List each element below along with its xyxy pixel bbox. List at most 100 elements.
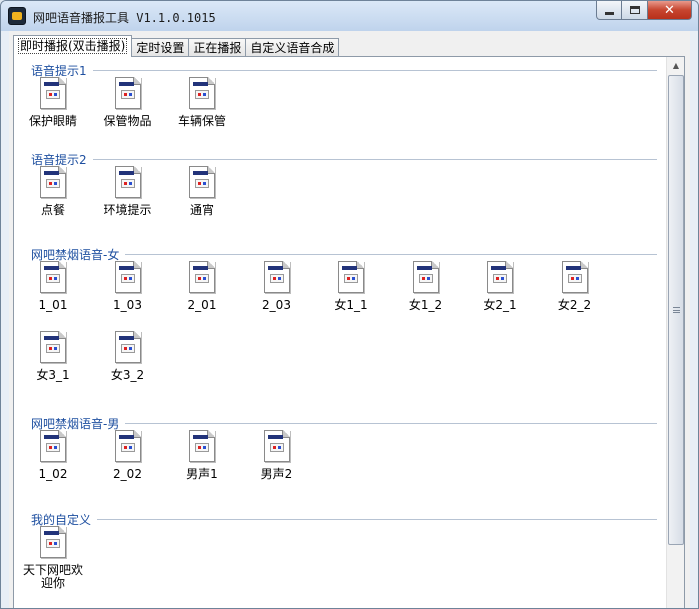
- voice-item-label: 环境提示: [103, 203, 152, 217]
- tab-label: 即时播报(双击播报): [18, 38, 128, 54]
- voice-item[interactable]: 男声1: [165, 430, 239, 481]
- maximize-icon: [629, 6, 640, 14]
- voice-item-label: 点餐: [40, 203, 65, 217]
- audio-file-icon: [114, 430, 141, 462]
- voice-item[interactable]: 女2_2: [538, 261, 612, 312]
- app-icon[interactable]: [8, 7, 26, 25]
- voice-item[interactable]: 男声2: [240, 430, 314, 481]
- group-title: 网吧禁烟语音-男: [31, 416, 120, 431]
- voice-item-label: 车辆保管: [177, 114, 226, 128]
- tab-now-playing[interactable]: 正在播报: [188, 38, 247, 57]
- audio-file-icon: [114, 166, 141, 198]
- audio-file-icon: [263, 430, 290, 462]
- voice-item[interactable]: 点餐: [16, 166, 90, 217]
- audio-file-icon: [114, 261, 141, 293]
- audio-file-icon: [487, 261, 513, 293]
- voice-item[interactable]: 女1_1: [314, 261, 388, 312]
- group-title: 语音提示1: [31, 63, 87, 78]
- tab-strip: 即时播报(双击播报) 定时设置 正在播报 自定义语音合成: [13, 35, 340, 57]
- voice-item-label: 女2_2: [557, 298, 592, 312]
- voice-item[interactable]: 1_01: [16, 261, 90, 312]
- voice-item-label: 保管物品: [103, 114, 152, 128]
- voice-item-label: 通宵: [189, 203, 214, 217]
- voice-item[interactable]: 保护眼睛: [16, 77, 90, 128]
- group-divider: [92, 158, 657, 160]
- audio-file-icon: [40, 166, 66, 198]
- voice-item-label: 1_03: [113, 298, 142, 312]
- group-header: 语音提示2: [31, 152, 657, 167]
- client-area: 即时播报(双击播报) 定时设置 正在播报 自定义语音合成 语音提示1 保护眼睛 保管…: [9, 31, 690, 608]
- group-title: 我的自定义: [31, 512, 92, 527]
- voice-list: 语音提示1 保护眼睛 保管物品 车辆保管语音提示2 点餐 环境提示 通宵网吧禁烟语音-女 1_…: [14, 57, 666, 608]
- voice-item[interactable]: 车辆保管: [165, 77, 239, 128]
- audio-file-icon: [40, 77, 66, 109]
- tab-instant-broadcast[interactable]: 即时播报(双击播报): [13, 35, 133, 57]
- tab-panel: 语音提示1 保护眼睛 保管物品 车辆保管语音提示2 点餐 环境提示 通宵网吧禁烟语音-女 1_…: [13, 56, 685, 608]
- scroll-thumb[interactable]: [668, 75, 684, 545]
- tab-custom-tts[interactable]: 自定义语音合成: [245, 38, 340, 57]
- voice-item-label: 2_01: [187, 298, 217, 312]
- audio-file-icon: [40, 526, 66, 558]
- voice-item-label: 女3_1: [36, 368, 70, 382]
- group-title: 语音提示2: [31, 152, 87, 167]
- minimize-button[interactable]: [596, 1, 622, 20]
- voice-item[interactable]: 2_01: [165, 261, 239, 312]
- group-header: 网吧禁烟语音-男: [31, 416, 657, 431]
- audio-file-icon: [40, 261, 66, 293]
- voice-item-label: 天下网吧欢迎你: [23, 563, 84, 590]
- voice-item-label: 女1_1: [334, 298, 368, 312]
- voice-item[interactable]: 通宵: [165, 166, 239, 217]
- voice-item-label: 1_01: [38, 298, 68, 312]
- vertical-scrollbar[interactable]: ▲: [666, 57, 684, 608]
- tab-schedule[interactable]: 定时设置: [131, 38, 190, 57]
- audio-file-icon: [263, 261, 290, 293]
- voice-item[interactable]: 女3_2: [91, 331, 165, 382]
- group-divider: [92, 69, 657, 71]
- audio-file-icon: [561, 261, 588, 293]
- audio-file-icon: [189, 261, 215, 293]
- voice-item[interactable]: 保管物品: [91, 77, 165, 128]
- voice-item[interactable]: 2_03: [240, 261, 314, 312]
- voice-item[interactable]: 1_03: [91, 261, 165, 312]
- voice-item[interactable]: 天下网吧欢迎你: [16, 526, 90, 590]
- voice-item[interactable]: 女3_1: [16, 331, 90, 382]
- voice-item-label: 女1_2: [408, 298, 443, 312]
- voice-item-label: 2_02: [113, 467, 142, 481]
- voice-item-label: 1_02: [38, 467, 68, 481]
- voice-item-label: 女3_2: [110, 368, 145, 382]
- minimize-icon: [604, 11, 614, 15]
- audio-file-icon: [189, 166, 215, 198]
- voice-item[interactable]: 女2_1: [463, 261, 537, 312]
- app-window: 网吧语音播报工具 V1.1.0.1015 ✕ 即时播报(双击播报) 定时设置 正…: [0, 0, 699, 609]
- maximize-button[interactable]: [622, 1, 648, 20]
- voice-item-label: 保护眼睛: [28, 114, 77, 128]
- group-divider: [125, 422, 657, 424]
- group-divider: [125, 253, 657, 255]
- voice-item-label: 男声1: [186, 467, 218, 481]
- group-divider: [97, 518, 657, 520]
- voice-item[interactable]: 2_02: [91, 430, 165, 481]
- caption-buttons: ✕: [596, 1, 692, 21]
- scroll-up-icon[interactable]: ▲: [668, 57, 684, 74]
- window-title: 网吧语音播报工具 V1.1.0.1015: [33, 11, 216, 25]
- audio-file-icon: [114, 77, 141, 109]
- voice-item-label: 2_03: [262, 298, 291, 312]
- audio-file-icon: [114, 331, 141, 363]
- close-icon: ✕: [664, 2, 675, 18]
- scroll-grip-icon: [672, 307, 680, 313]
- audio-file-icon: [412, 261, 439, 293]
- voice-item-label: 女2_1: [483, 298, 517, 312]
- audio-file-icon: [189, 77, 215, 109]
- voice-item-label: 男声2: [260, 467, 293, 481]
- audio-file-icon: [40, 331, 66, 363]
- group-header: 网吧禁烟语音-女: [31, 247, 657, 262]
- group-header: 我的自定义: [31, 512, 657, 527]
- voice-item[interactable]: 1_02: [16, 430, 90, 481]
- close-button[interactable]: ✕: [648, 1, 692, 20]
- voice-item[interactable]: 女1_2: [389, 261, 463, 312]
- title-bar[interactable]: 网吧语音播报工具 V1.1.0.1015 ✕: [1, 1, 698, 31]
- audio-file-icon: [40, 430, 66, 462]
- group-title: 网吧禁烟语音-女: [31, 247, 120, 262]
- audio-file-icon: [338, 261, 364, 293]
- voice-item[interactable]: 环境提示: [91, 166, 165, 217]
